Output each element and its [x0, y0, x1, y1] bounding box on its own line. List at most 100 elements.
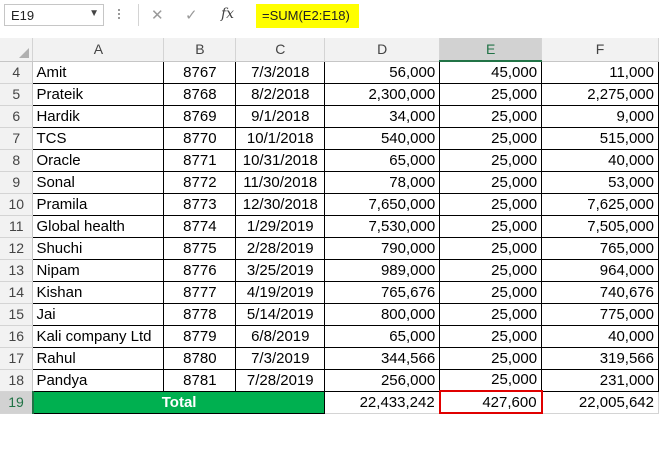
cell-e[interactable]: 25,000: [439, 170, 543, 194]
cell-f[interactable]: 9,000: [541, 104, 659, 128]
cell-b[interactable]: 8772: [163, 170, 237, 194]
column-header-f[interactable]: F: [541, 38, 659, 62]
row-header[interactable]: 9: [0, 171, 34, 194]
cell-e[interactable]: 25,000: [439, 126, 543, 150]
select-all-button[interactable]: [0, 38, 34, 62]
row-header[interactable]: 7: [0, 127, 34, 150]
row-header[interactable]: 12: [0, 237, 34, 260]
cell-f[interactable]: 2,275,000: [541, 82, 659, 106]
cell-d[interactable]: 65,000: [324, 148, 441, 172]
name-box[interactable]: E19 ▼: [4, 4, 104, 26]
cell-b[interactable]: 8769: [163, 104, 237, 128]
cell-d[interactable]: 65,000: [324, 324, 441, 348]
cell-b[interactable]: 8773: [163, 192, 237, 216]
name-box-value[interactable]: E19: [11, 8, 34, 23]
cell-c[interactable]: 5/14/2019: [235, 302, 326, 326]
cell-c[interactable]: 12/30/2018: [235, 192, 326, 216]
cell-f[interactable]: 11,000: [541, 60, 659, 84]
cell-d[interactable]: 256,000: [324, 368, 441, 392]
cell-e[interactable]: 25,000: [439, 82, 543, 106]
chevron-down-icon[interactable]: ▼: [89, 8, 99, 19]
cell-a[interactable]: Prateik: [32, 82, 165, 106]
cell-e[interactable]: 25,000: [439, 236, 543, 260]
cell-b[interactable]: 8780: [163, 346, 237, 370]
cell-a[interactable]: Nipam: [32, 258, 165, 282]
cell-f[interactable]: 53,000: [541, 170, 659, 194]
cell-a[interactable]: Rahul: [32, 346, 165, 370]
row-header[interactable]: 15: [0, 303, 34, 326]
cell-f[interactable]: 40,000: [541, 324, 659, 348]
cell-a[interactable]: Oracle: [32, 148, 165, 172]
cell-d[interactable]: 765,676: [324, 280, 441, 304]
cell-c[interactable]: 1/29/2019: [235, 214, 326, 238]
cell-d[interactable]: 540,000: [324, 126, 441, 150]
row-header[interactable]: 11: [0, 215, 34, 238]
cell-a[interactable]: Pramila: [32, 192, 165, 216]
close-icon[interactable]: ✕: [151, 6, 164, 24]
row-header[interactable]: 4: [0, 61, 34, 84]
fx-icon[interactable]: fx: [221, 6, 234, 22]
row-header[interactable]: 17: [0, 347, 34, 370]
cell-c[interactable]: 2/28/2019: [235, 236, 326, 260]
cell-c[interactable]: 4/19/2019: [235, 280, 326, 304]
cell-e[interactable]: 45,000: [439, 60, 543, 84]
cell-d[interactable]: 989,000: [324, 258, 441, 282]
cell-e[interactable]: 25,000: [439, 192, 543, 216]
cell-e[interactable]: 25,000: [439, 104, 543, 128]
cell-b[interactable]: 8779: [163, 324, 237, 348]
cell-d[interactable]: 2,300,000: [324, 82, 441, 106]
cell-c[interactable]: 8/2/2018: [235, 82, 326, 106]
cell-e[interactable]: 25,000: [439, 148, 543, 172]
cell-f[interactable]: 765,000: [541, 236, 659, 260]
cell-a[interactable]: Kali company Ltd: [32, 324, 165, 348]
cell-e[interactable]: 25,000: [439, 368, 543, 392]
row-header[interactable]: 13: [0, 259, 34, 282]
cell-d[interactable]: 344,566: [324, 346, 441, 370]
cell-d[interactable]: 7,530,000: [324, 214, 441, 238]
cell-e[interactable]: 25,000: [439, 258, 543, 282]
checkmark-icon[interactable]: ✓: [185, 6, 198, 24]
formula-input[interactable]: =SUM(E2:E18): [256, 4, 359, 28]
total-d-cell[interactable]: 22,433,242: [324, 390, 441, 414]
cell-a[interactable]: Kishan: [32, 280, 165, 304]
cell-b[interactable]: 8778: [163, 302, 237, 326]
column-header-c[interactable]: C: [235, 38, 326, 62]
cell-e[interactable]: 25,000: [439, 280, 543, 304]
cell-c[interactable]: 6/8/2019: [235, 324, 326, 348]
cell-e[interactable]: 25,000: [439, 214, 543, 238]
cell-f[interactable]: 7,625,000: [541, 192, 659, 216]
cell-d[interactable]: 56,000: [324, 60, 441, 84]
cell-b[interactable]: 8771: [163, 148, 237, 172]
cell-d[interactable]: 7,650,000: [324, 192, 441, 216]
cell-b[interactable]: 8774: [163, 214, 237, 238]
column-header-d[interactable]: D: [324, 38, 441, 62]
row-header-19[interactable]: 19: [0, 391, 34, 414]
formula-bar-grip-icon[interactable]: [117, 7, 121, 23]
cell-f[interactable]: 40,000: [541, 148, 659, 172]
cell-f[interactable]: 775,000: [541, 302, 659, 326]
cell-e[interactable]: 25,000: [439, 302, 543, 326]
cell-a[interactable]: Amit: [32, 60, 165, 84]
cell-d[interactable]: 790,000: [324, 236, 441, 260]
row-header[interactable]: 6: [0, 105, 34, 128]
cell-a[interactable]: Shuchi: [32, 236, 165, 260]
cell-d[interactable]: 78,000: [324, 170, 441, 194]
cell-f[interactable]: 231,000: [541, 368, 659, 392]
total-f-cell[interactable]: 22,005,642: [541, 390, 659, 414]
cell-a[interactable]: Jai: [32, 302, 165, 326]
cell-b[interactable]: 8777: [163, 280, 237, 304]
cell-e[interactable]: 25,000: [439, 346, 543, 370]
cell-c[interactable]: 3/25/2019: [235, 258, 326, 282]
row-header[interactable]: 8: [0, 149, 34, 172]
cell-c[interactable]: 7/28/2019: [235, 368, 326, 392]
cell-c[interactable]: 9/1/2018: [235, 104, 326, 128]
column-header-a[interactable]: A: [32, 38, 165, 62]
cell-a[interactable]: Hardik: [32, 104, 165, 128]
row-header[interactable]: 16: [0, 325, 34, 348]
cell-a[interactable]: TCS: [32, 126, 165, 150]
cell-f[interactable]: 964,000: [541, 258, 659, 282]
cell-d[interactable]: 800,000: [324, 302, 441, 326]
row-header[interactable]: 10: [0, 193, 34, 216]
cell-b[interactable]: 8768: [163, 82, 237, 106]
cell-c[interactable]: 7/3/2019: [235, 346, 326, 370]
